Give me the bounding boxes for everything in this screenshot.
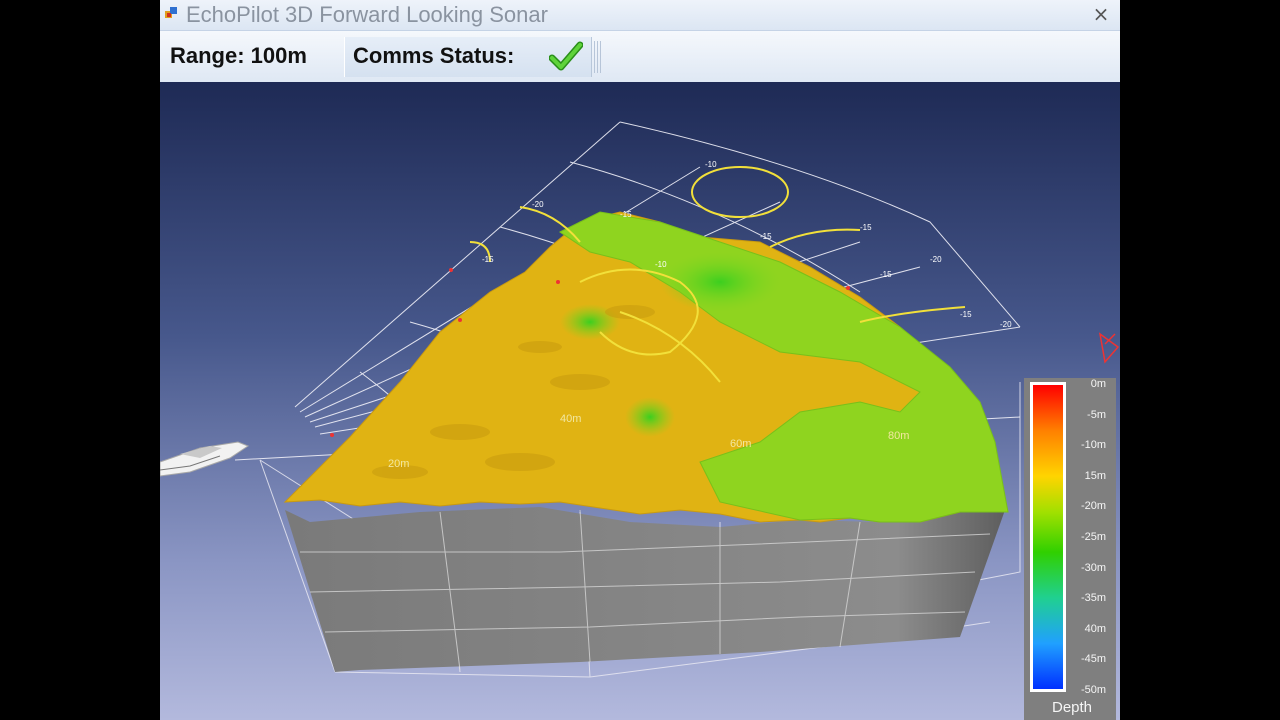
contour-label: -15 <box>880 270 892 279</box>
close-button[interactable]: × <box>1088 2 1114 26</box>
range-label: 60m <box>730 438 751 450</box>
sonar-3d-view[interactable]: -20 -15 -15 -10 -15 -15 -20 -15 -10 -15 … <box>160 82 1120 720</box>
contour-label: -20 <box>1000 320 1012 329</box>
range-readout: Range: 100m <box>170 43 307 68</box>
contour-label: -20 <box>532 200 544 209</box>
depth-tick: 40m <box>1085 623 1106 635</box>
green-hollow <box>625 397 675 437</box>
comms-status-label: Comms Status: <box>353 43 515 68</box>
depth-tick: -5m <box>1087 409 1106 421</box>
depth-color-bar <box>1033 385 1063 689</box>
depth-tick: -50m <box>1081 684 1106 696</box>
north-marker-icon <box>1098 332 1120 364</box>
depth-tick: -25m <box>1081 531 1106 543</box>
depth-tick: -10m <box>1081 439 1106 451</box>
depth-tick: -20m <box>1081 500 1106 512</box>
green-check-icon <box>549 41 583 71</box>
contour-label: -20 <box>930 255 942 264</box>
depth-tick: -30m <box>1081 562 1106 574</box>
toolbar-grip[interactable] <box>594 41 602 73</box>
contour-label: -15 <box>960 310 972 319</box>
title-bar: EchoPilot 3D Forward Looking Sonar × <box>160 0 1120 31</box>
sonar-window: EchoPilot 3D Forward Looking Sonar × Ran… <box>160 0 1120 720</box>
depth-tick: -45m <box>1081 653 1106 665</box>
contour-label: -10 <box>655 260 667 269</box>
boat-icon <box>160 441 250 477</box>
range-label: 40m <box>560 413 581 425</box>
contour-label: -15 <box>860 223 872 232</box>
contour-label: -15 <box>620 210 632 219</box>
status-toolbar: Range: 100m Comms Status: <box>160 31 1120 83</box>
depth-legend: 0m -5m -10m 15m -20m -25m -30m -35m 40m … <box>1024 378 1116 720</box>
depth-tick: 0m <box>1091 378 1106 390</box>
terrain-side-wall <box>285 507 1005 672</box>
contour-label: -10 <box>705 160 717 169</box>
contour-label: -15 <box>760 232 772 241</box>
comms-status-group: Comms Status: <box>344 37 592 77</box>
range-label: 20m <box>388 458 409 470</box>
depth-tick: 15m <box>1085 470 1106 482</box>
contour-label: -15 <box>482 255 494 264</box>
app-icon <box>165 7 177 18</box>
depth-legend-title: Depth <box>1052 699 1092 716</box>
range-label: 80m <box>888 430 909 442</box>
window-title: EchoPilot 3D Forward Looking Sonar <box>186 2 548 27</box>
depth-tick: -35m <box>1081 592 1106 604</box>
